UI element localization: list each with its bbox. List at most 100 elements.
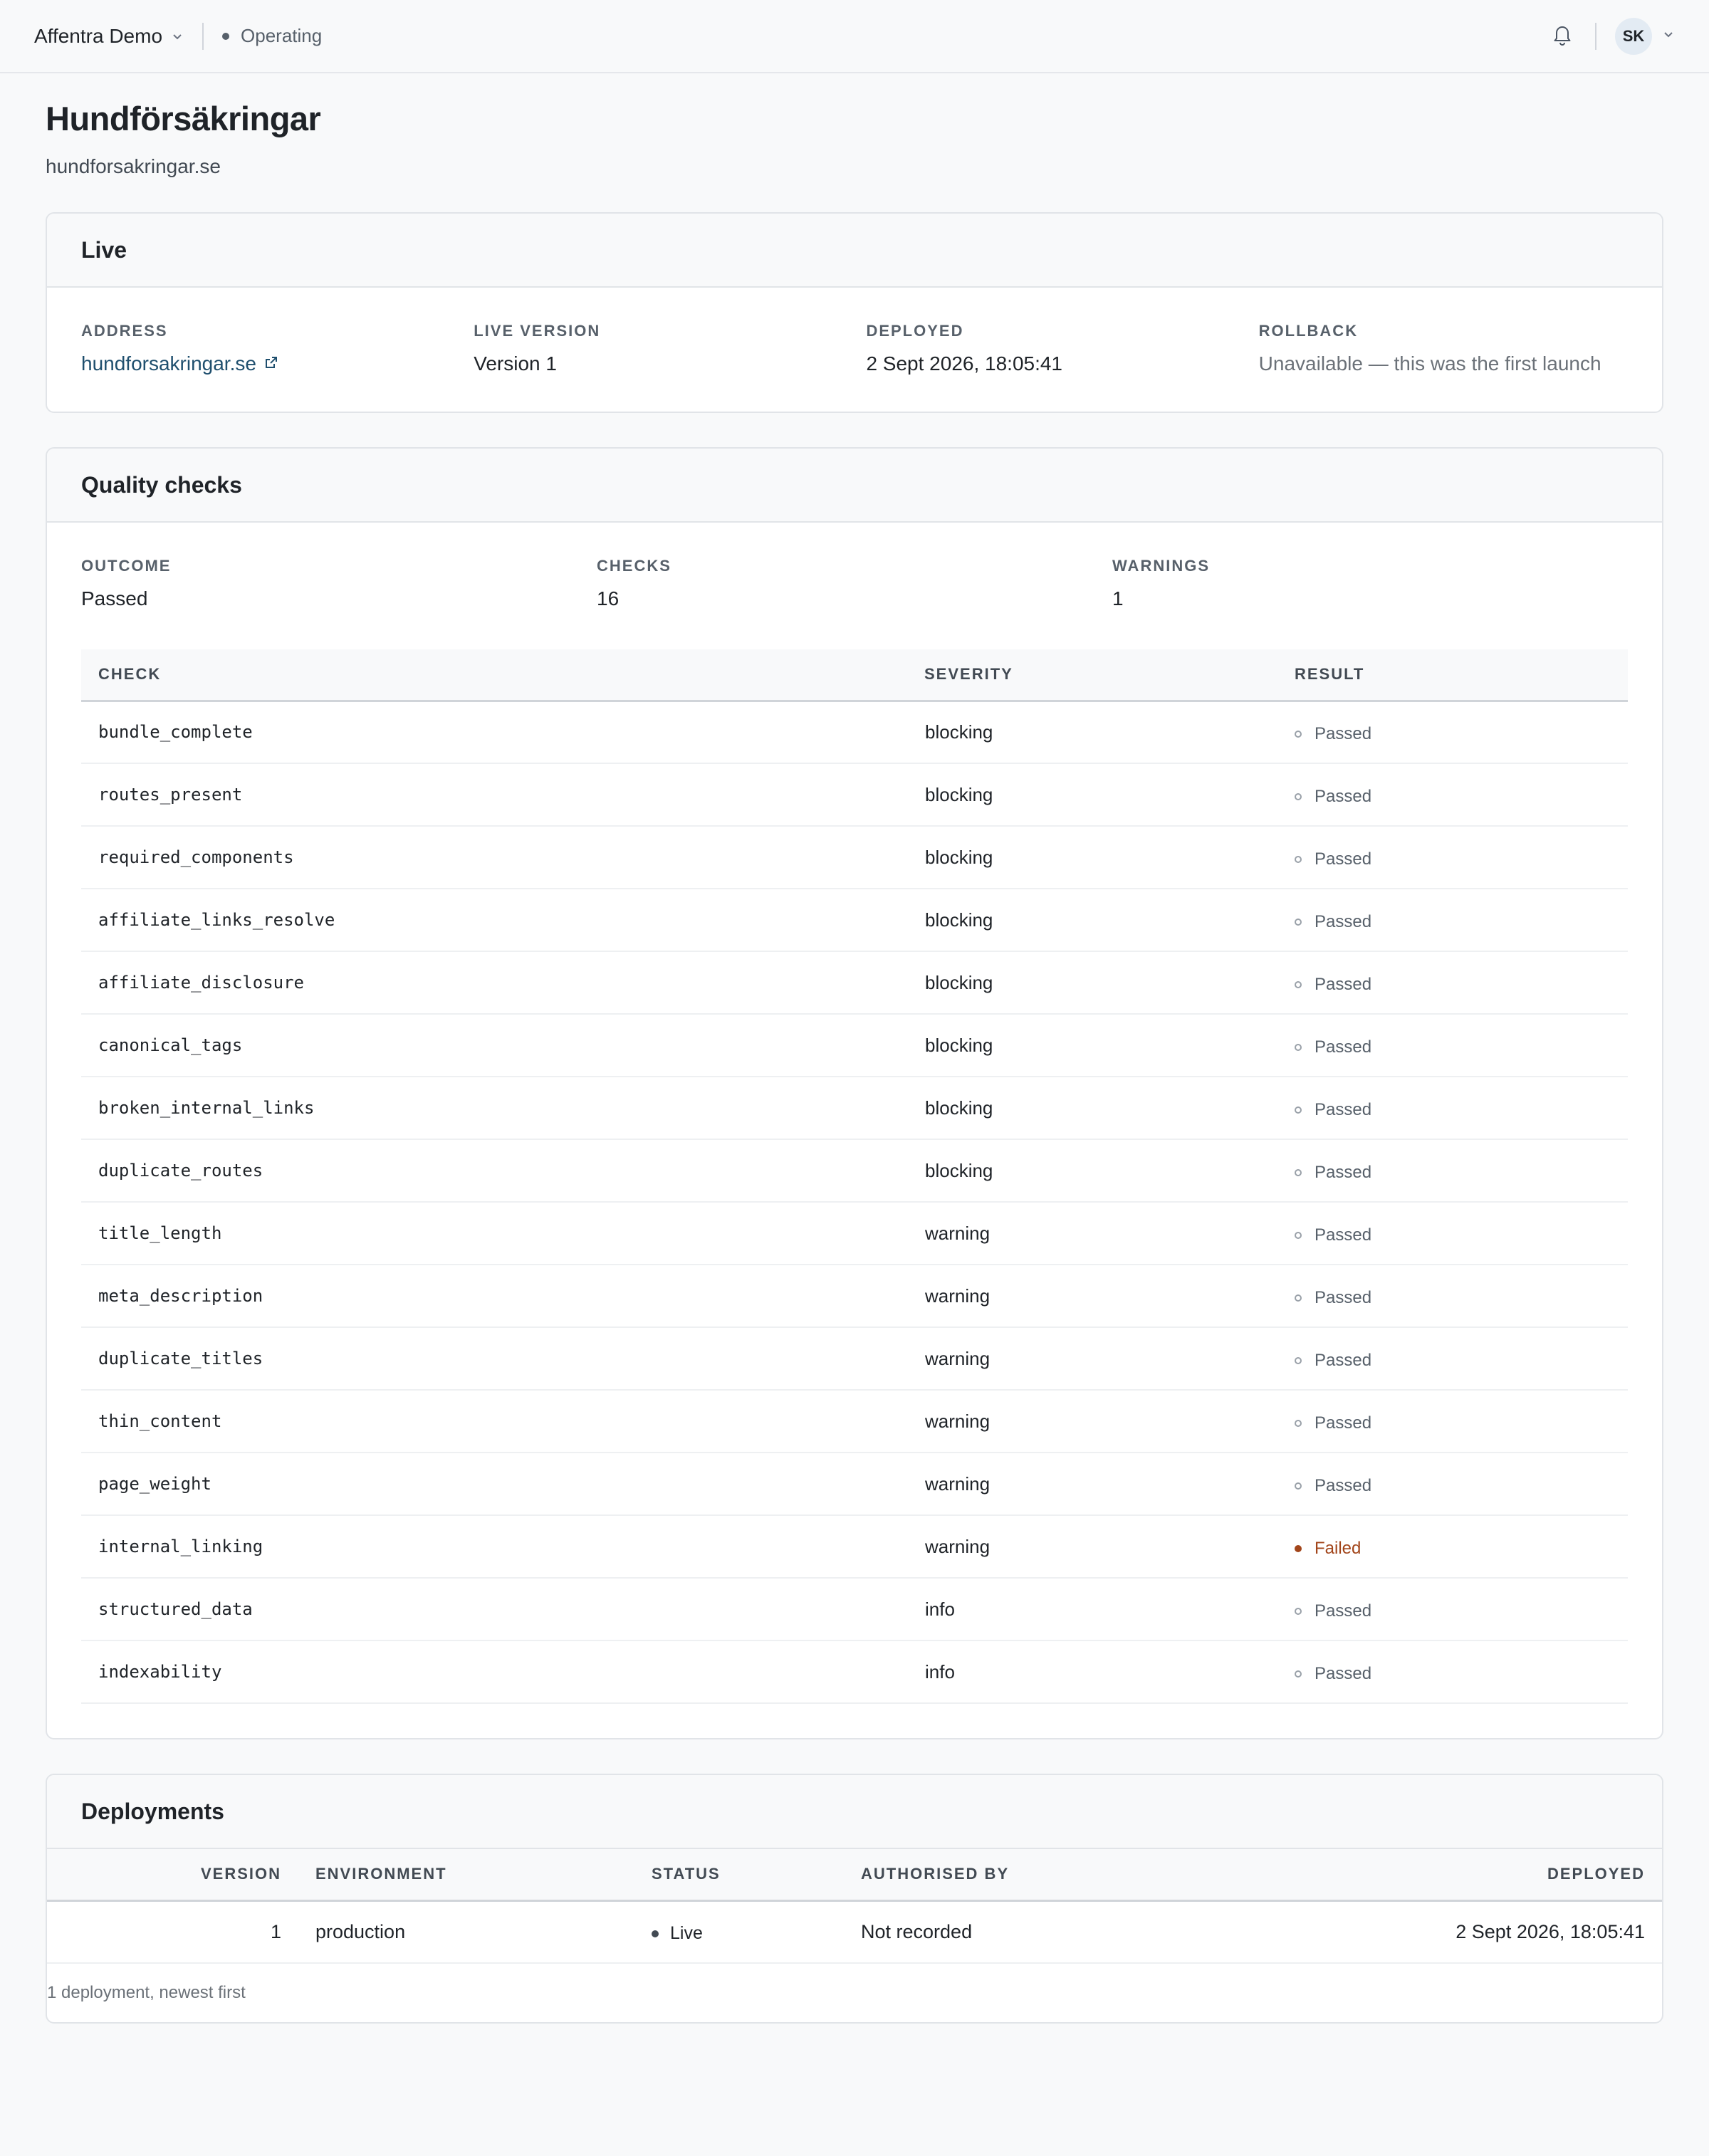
- check-result-cell: Passed: [1277, 1453, 1628, 1516]
- status-text: Operating: [241, 25, 323, 46]
- status-badge: Passed: [1295, 1288, 1371, 1308]
- table-row: bundle_complete blocking Passed: [81, 701, 1628, 764]
- column-header-version: VERSION: [47, 1849, 298, 1902]
- top-bar: Affentra Demo Operating SK: [0, 0, 1709, 73]
- user-menu[interactable]: SK: [1615, 17, 1675, 55]
- top-bar-left: Affentra Demo Operating: [34, 22, 323, 50]
- divider: [202, 22, 204, 50]
- quality-checks-title: Quality checks: [47, 449, 1662, 523]
- passed-ring-icon: [1295, 1294, 1302, 1302]
- live-card-title: Live: [47, 214, 1662, 288]
- passed-ring-icon: [1295, 918, 1302, 926]
- deployed-label: DEPLOYED: [866, 322, 964, 340]
- column-header-check: CHECK: [81, 649, 907, 702]
- table-row: thin_content warning Passed: [81, 1390, 1628, 1453]
- top-bar-right: SK: [1548, 17, 1675, 55]
- table-header-row: VERSION ENVIRONMENT STATUS AUTHORISED BY…: [47, 1849, 1662, 1902]
- check-result-cell: Passed: [1277, 951, 1628, 1015]
- check-name: duplicate_titles: [81, 1327, 908, 1391]
- address-field: ADDRESS hundforsakringar.se: [81, 322, 474, 379]
- deployed-field: DEPLOYED 2 Sept 2026, 18:05:41: [866, 322, 1258, 379]
- check-severity: info: [907, 1578, 1277, 1641]
- passed-ring-icon: [1295, 1106, 1302, 1114]
- notifications-button[interactable]: [1548, 22, 1577, 51]
- check-name: duplicate_routes: [81, 1139, 908, 1203]
- column-header-severity: SEVERITY: [907, 649, 1277, 702]
- address-link-text: hundforsakringar.se: [81, 352, 256, 375]
- status-badge: Passed: [1295, 1100, 1371, 1120]
- check-result: Passed: [1315, 1162, 1372, 1182]
- column-header-authorised-by: AUTHORISED BY: [844, 1849, 1271, 1902]
- warnings-field: WARNINGS 1: [1112, 557, 1628, 614]
- avatar: SK: [1615, 17, 1652, 55]
- live-version-label: LIVE VERSION: [474, 322, 601, 340]
- rollback-label: ROLLBACK: [1258, 322, 1359, 340]
- status-badge: Passed: [1295, 1037, 1371, 1057]
- live-card: Live ADDRESS hundforsakringar.se LIVE VE…: [46, 212, 1663, 413]
- table-row: duplicate_routes blocking Passed: [81, 1139, 1628, 1203]
- check-result: Passed: [1315, 849, 1372, 869]
- table-row: canonical_tags blocking Passed: [81, 1014, 1628, 1077]
- status-badge: Passed: [1295, 724, 1371, 744]
- status-badge: Passed: [1295, 1163, 1371, 1183]
- check-name: structured_data: [81, 1578, 908, 1641]
- check-name: routes_present: [81, 763, 908, 827]
- deployment-status: Live: [670, 1923, 703, 1943]
- page-subtitle: hundforsakringar.se: [46, 155, 221, 177]
- live-details: ADDRESS hundforsakringar.se LIVE VERSION…: [47, 288, 1662, 412]
- check-result-cell: Failed: [1277, 1515, 1628, 1579]
- check-result: Passed: [1315, 1037, 1372, 1057]
- deployment-version: 1: [47, 1900, 298, 1964]
- table-row: broken_internal_links blocking Passed: [81, 1077, 1628, 1140]
- check-severity: warning: [907, 1327, 1277, 1391]
- check-result: Failed: [1315, 1538, 1362, 1558]
- status-badge: Live: [652, 1923, 703, 1944]
- passed-ring-icon: [1295, 1482, 1302, 1490]
- table-row: affiliate_links_resolve blocking Passed: [81, 889, 1628, 952]
- check-result-cell: Passed: [1277, 1265, 1628, 1328]
- quality-checks-card: Quality checks OUTCOME Passed CHECKS 16 …: [46, 447, 1663, 1739]
- check-result-cell: Passed: [1277, 701, 1628, 764]
- column-header-result: RESULT: [1277, 649, 1628, 702]
- check-result: Passed: [1315, 911, 1372, 931]
- check-severity: blocking: [907, 951, 1277, 1015]
- chevron-down-icon: [171, 25, 184, 48]
- column-header-deployed: DEPLOYED: [1271, 1849, 1662, 1902]
- table-row[interactable]: 1 production Live Not recorded 2 Sept 20…: [47, 1900, 1662, 1964]
- divider: [1595, 22, 1596, 50]
- live-version-field: LIVE VERSION Version 1: [474, 322, 866, 379]
- deployment-deployed: 2 Sept 2026, 18:05:41: [1271, 1900, 1662, 1964]
- deployment-status-cell: Live: [634, 1900, 844, 1964]
- rollback-field: ROLLBACK Unavailable — this was the firs…: [1259, 322, 1628, 379]
- passed-ring-icon: [1295, 855, 1302, 863]
- passed-ring-icon: [1295, 730, 1302, 738]
- deployments-table: VERSION ENVIRONMENT STATUS AUTHORISED BY…: [47, 1849, 1662, 1964]
- check-result: Passed: [1315, 974, 1372, 994]
- check-result-cell: Passed: [1277, 1327, 1628, 1391]
- workspace-switcher[interactable]: Affentra Demo: [34, 25, 184, 48]
- check-severity: blocking: [907, 889, 1277, 952]
- passed-ring-icon: [1295, 1168, 1302, 1176]
- check-name: required_components: [81, 826, 908, 889]
- check-result-cell: Passed: [1277, 1202, 1628, 1265]
- live-version-value: Version 1: [474, 352, 557, 375]
- bell-icon: [1550, 22, 1574, 50]
- check-name: page_weight: [81, 1453, 908, 1516]
- check-result: Passed: [1315, 1225, 1372, 1245]
- failed-dot-icon: [1295, 1544, 1302, 1552]
- passed-ring-icon: [1295, 1043, 1302, 1051]
- status-badge: Passed: [1295, 1601, 1371, 1621]
- warnings-label: WARNINGS: [1112, 557, 1210, 575]
- table-row: duplicate_titles warning Passed: [81, 1327, 1628, 1391]
- check-result-cell: Passed: [1277, 1640, 1628, 1704]
- check-name: internal_linking: [81, 1515, 908, 1579]
- check-result-cell: Passed: [1277, 826, 1628, 889]
- address-link[interactable]: hundforsakringar.se: [81, 349, 279, 379]
- check-severity: warning: [907, 1453, 1277, 1516]
- deployments-footer: 1 deployment, newest first: [47, 1983, 246, 2002]
- checks-field: CHECKS 16: [597, 557, 1112, 614]
- check-severity: blocking: [907, 763, 1277, 827]
- status-badge: Passed: [1295, 787, 1371, 807]
- check-result-cell: Passed: [1277, 763, 1628, 827]
- check-result: Passed: [1315, 786, 1372, 806]
